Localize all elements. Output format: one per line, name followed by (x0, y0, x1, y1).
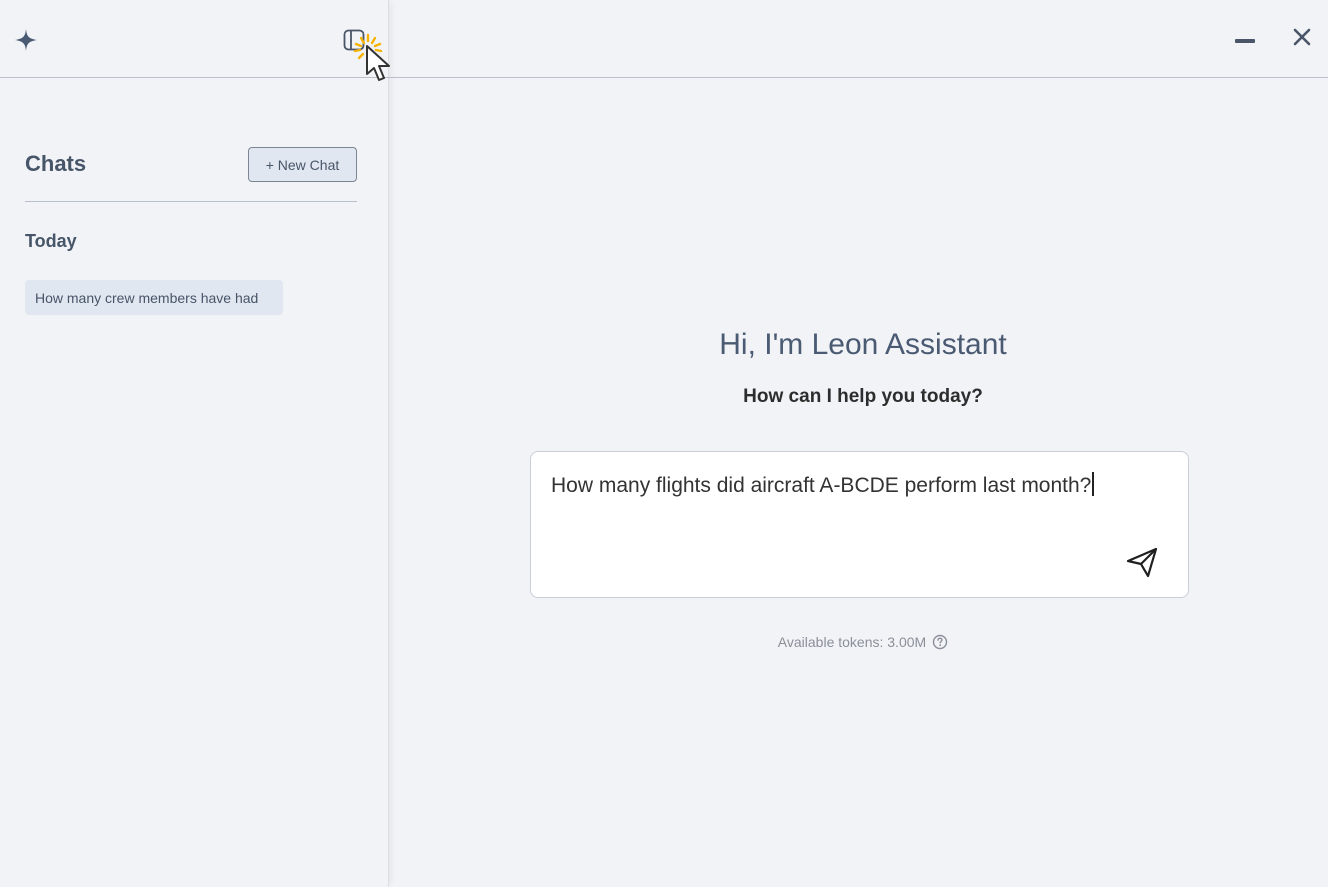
topbar-divider (389, 77, 1328, 78)
text-caret (1092, 472, 1095, 496)
message-input[interactable]: How many flights did aircraft A-BCDE per… (551, 472, 1151, 498)
sidebar-toggle-icon[interactable] (343, 29, 365, 51)
send-icon[interactable] (1126, 546, 1158, 578)
tokens-label: Available tokens: 3.00M (777, 634, 927, 650)
chat-history-item[interactable]: How many crew members have had (25, 280, 283, 315)
message-input-text: How many flights did aircraft A-BCDE per… (551, 474, 1092, 497)
sparkle-icon (15, 29, 37, 51)
message-composer[interactable]: How many flights did aircraft A-BCDE per… (530, 451, 1189, 598)
help-circle-icon[interactable] (932, 634, 948, 650)
close-icon[interactable] (1290, 25, 1314, 49)
app-window: Chats + New Chat Today How many crew mem… (0, 0, 1328, 887)
sidebar-divider (25, 201, 357, 202)
greeting-title: Hi, I'm Leon Assistant (719, 328, 1007, 361)
chats-title: Chats (25, 151, 87, 176)
section-heading-today: Today (25, 231, 77, 251)
tokens-info: Available tokens: 3.00M (389, 634, 1328, 650)
minimize-icon[interactable] (1232, 28, 1258, 52)
sidebar: Chats + New Chat Today How many crew mem… (0, 0, 389, 887)
greeting-subtitle: How can I help you today? (743, 386, 983, 407)
sidebar-header (0, 0, 389, 78)
new-chat-button[interactable]: + New Chat (248, 147, 357, 182)
